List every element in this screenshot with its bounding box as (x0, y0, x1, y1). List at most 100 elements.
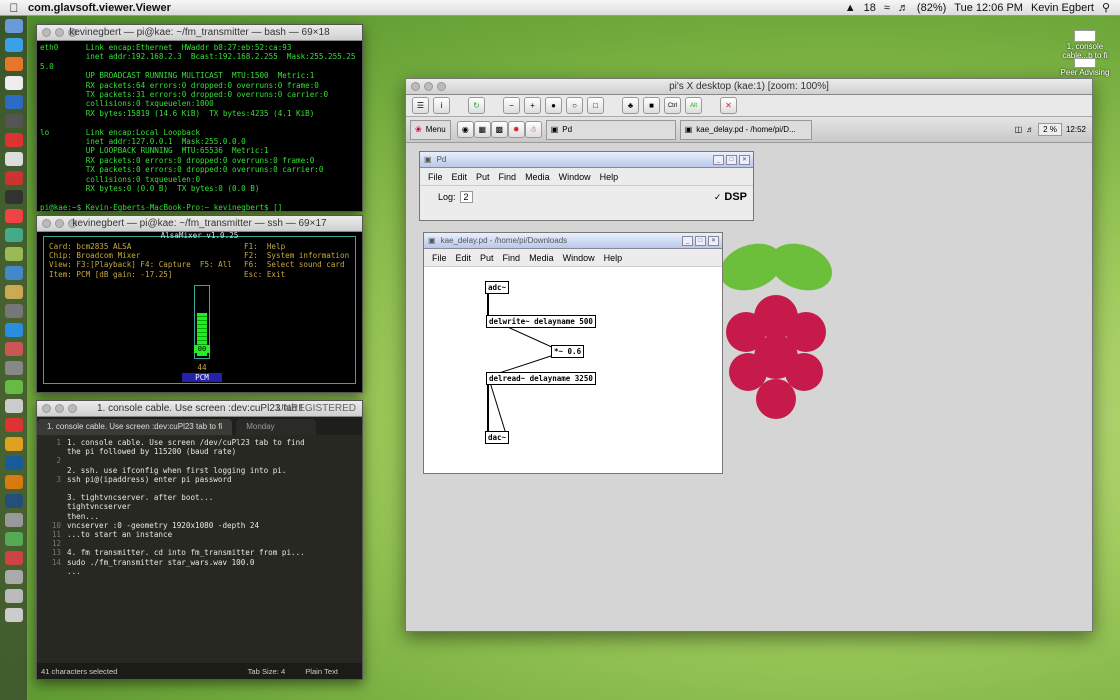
fullscreen-icon[interactable]: □ (587, 97, 604, 114)
task-pd[interactable]: ▣ Pd (545, 119, 676, 140)
editor-titlebar[interactable]: 1. console cable. Use screen :dev:cuPl23… (37, 401, 362, 417)
firefox-icon[interactable] (5, 57, 23, 71)
app-icon[interactable] (5, 247, 23, 261)
desktop-file-note[interactable]: 1. console cable...b to fi (1054, 30, 1116, 60)
volume-icon[interactable]: ♬ (898, 2, 909, 14)
finder-icon[interactable] (5, 19, 23, 33)
menu-file[interactable]: File (432, 253, 447, 263)
vnc-viewer-window[interactable]: pi's X desktop (kae:1) [zoom: 100%] ☰ i … (405, 78, 1093, 632)
app-icon[interactable] (5, 361, 23, 375)
user-name[interactable]: Kevin Egbert (1031, 2, 1094, 14)
pd-titlebar[interactable]: ▣ Pd _ □ ✕ (420, 152, 753, 168)
close-button[interactable]: ✕ (739, 154, 750, 165)
clock[interactable]: Tue 12:06 PM (954, 2, 1023, 14)
send-win-icon[interactable]: ■ (643, 97, 660, 114)
vnc-titlebar[interactable]: pi's X desktop (kae:1) [zoom: 100%] (406, 79, 1092, 95)
menu-find[interactable]: Find (499, 172, 517, 182)
app-icon[interactable] (5, 570, 23, 584)
menu-file[interactable]: File (428, 172, 443, 182)
menu-media[interactable]: Media (529, 253, 554, 263)
tab-monday[interactable]: Monday (236, 419, 317, 435)
chrome-icon[interactable] (5, 95, 23, 109)
app-icon[interactable] (5, 342, 23, 356)
zoom-out-icon[interactable]: − (503, 97, 520, 114)
refresh-icon[interactable]: ↻ (468, 97, 485, 114)
app-icon[interactable] (5, 266, 23, 280)
alt-key-button[interactable]: Alt (685, 97, 702, 114)
pd-main-window[interactable]: ▣ Pd _ □ ✕ File Edit Put Find Media Wind… (419, 151, 754, 221)
terminal-icon[interactable]: ▩ (490, 121, 508, 138)
zoom-button[interactable] (437, 82, 446, 91)
pd-object-adc[interactable]: adc~ (485, 281, 510, 294)
trash-icon[interactable] (5, 608, 23, 622)
search-icon[interactable]: ⚲ (1102, 1, 1110, 14)
terminal-titlebar[interactable]: kevinegbert — pi@kae: ~/fm_transmitter —… (37, 216, 362, 232)
menu-window[interactable]: Window (563, 253, 595, 263)
minimize-button[interactable]: _ (713, 154, 724, 165)
browser-icon[interactable]: ◉ (456, 121, 474, 138)
app-icon[interactable] (5, 589, 23, 603)
patch-titlebar[interactable]: ▣ kae_delay.pd - /home/pi/Downloads _ □ … (424, 233, 722, 249)
filezilla-icon[interactable] (5, 209, 23, 223)
app-icon[interactable] (5, 152, 23, 166)
pd-object-multiply[interactable]: *~ 0.6 (551, 345, 585, 358)
network-icon[interactable]: ◫ (1015, 125, 1023, 134)
app-icon[interactable] (5, 285, 23, 299)
send-ctrl-alt-del-icon[interactable]: ♣ (622, 97, 639, 114)
close-button[interactable] (42, 404, 51, 413)
app-name[interactable]: com.glavsoft.viewer.Viewer (28, 2, 171, 14)
desktop-file-peer[interactable]: Peer Advising (1054, 58, 1116, 77)
dsp-checkbox[interactable]: ✓ (714, 192, 722, 203)
flash-icon[interactable] (5, 133, 23, 147)
app-icon[interactable] (5, 418, 23, 432)
cpu-monitor[interactable]: 2 % (1038, 123, 1062, 136)
zoom-button[interactable] (68, 404, 77, 413)
badge-count[interactable]: 18 (864, 2, 876, 14)
app-icon[interactable] (5, 532, 23, 546)
close-button[interactable] (42, 219, 51, 228)
tab-notes[interactable]: 1. console cable. Use screen :dev:cuPl23… (37, 419, 233, 435)
notification-icon[interactable]: ▲ (845, 2, 856, 14)
menu-edit[interactable]: Edit (456, 253, 472, 263)
wifi-icon[interactable]: ≈ (884, 2, 890, 14)
app-icon[interactable] (5, 513, 23, 527)
sublime-icon[interactable] (5, 171, 23, 185)
volume-icon[interactable]: ♬ (1026, 125, 1034, 134)
app-icon[interactable] (5, 190, 23, 204)
minimize-button[interactable] (55, 219, 64, 228)
battery-percent[interactable]: (82%) (917, 2, 946, 14)
log-level-select[interactable]: 2 (459, 191, 473, 203)
app-icon[interactable] (5, 380, 23, 394)
tab-size[interactable]: Tab Size: 4 (248, 667, 286, 676)
pd-object-delwrite[interactable]: delwrite~ delayname 500 (486, 315, 596, 328)
zoom-100-icon[interactable]: ● (545, 97, 562, 114)
menu-find[interactable]: Find (503, 253, 521, 263)
menu-help[interactable]: Help (600, 172, 619, 182)
pandora-icon[interactable] (5, 76, 23, 90)
terminal-titlebar[interactable]: kevinegbert — pi@kae: ~/fm_transmitter —… (37, 25, 362, 41)
minimize-button[interactable] (55, 28, 64, 37)
menu-help[interactable]: Help (604, 253, 623, 263)
zoom-fit-icon[interactable]: ○ (566, 97, 583, 114)
info-icon[interactable]: i (433, 97, 450, 114)
mathematica-icon[interactable]: ✸ (507, 121, 525, 138)
pd-object-dac[interactable]: dac~ (485, 431, 510, 444)
panel-clock[interactable]: 12:52 (1066, 125, 1086, 134)
menu-media[interactable]: Media (525, 172, 550, 182)
close-button[interactable] (42, 28, 51, 37)
disconnect-icon[interactable]: ✕ (720, 97, 737, 114)
apple-icon[interactable]:  (0, 1, 28, 15)
remote-desktop[interactable]: ❀ Menu ◉ ▦ ▩ ✸ ☃ ▣ Pd ▣ kae_delay.pd - /hom… (406, 117, 1092, 631)
bridge-icon[interactable] (5, 475, 23, 489)
photoshop-icon[interactable] (5, 456, 23, 470)
options-icon[interactable]: ☰ (412, 97, 429, 114)
zoom-in-icon[interactable]: + (524, 97, 541, 114)
app-icon[interactable] (5, 323, 23, 337)
ctrl-key-button[interactable]: Ctrl (664, 97, 681, 114)
illustrator-icon[interactable] (5, 437, 23, 451)
task-kae-delay[interactable]: ▣ kae_delay.pd - /home/pi/D... (679, 119, 812, 140)
minimize-button[interactable] (55, 404, 64, 413)
maximize-button[interactable]: □ (726, 154, 737, 165)
file-manager-icon[interactable]: ▦ (473, 121, 491, 138)
menu-put[interactable]: Put (480, 253, 494, 263)
